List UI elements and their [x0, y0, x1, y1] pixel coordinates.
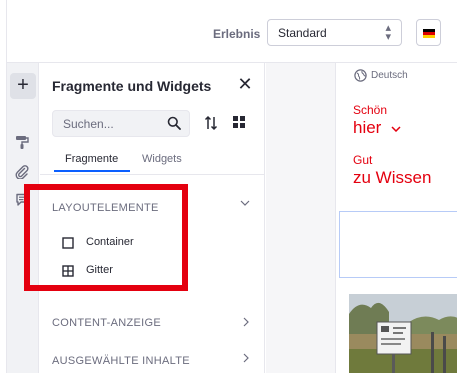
page-preview: Deutsch Schön hier Gut zu Wissen: [335, 63, 457, 373]
plus-icon[interactable]: +: [10, 73, 36, 99]
chevron-right-icon[interactable]: [243, 353, 249, 363]
page-canvas: Deutsch Schön hier Gut zu Wissen: [266, 63, 457, 373]
panel-tabs: Fragmente Widgets: [52, 150, 252, 174]
globe-icon: [354, 69, 367, 82]
search-field: [52, 110, 190, 137]
paint-roller-icon[interactable]: [15, 135, 29, 149]
experience-select-value: Standard: [278, 26, 327, 40]
chevron-down-icon: [391, 125, 401, 132]
empty-fragment-dropzone[interactable]: [339, 211, 457, 278]
chevron-right-icon[interactable]: [243, 317, 249, 327]
experience-select[interactable]: Standard ▴ ▾: [267, 19, 402, 46]
section-header-ausgewaehlte-inhalte[interactable]: AUSGEWÄHLTE INHALTE: [52, 355, 190, 367]
search-input[interactable]: [54, 112, 164, 135]
nav-item-big-1-label: hier: [353, 118, 382, 137]
card-view-icon[interactable]: [233, 116, 245, 128]
top-toolbar: Erlebnis Standard ▴ ▾: [7, 0, 457, 63]
language-flag-button[interactable]: [416, 19, 441, 46]
nav-item-small-1[interactable]: Schön: [353, 103, 387, 117]
language-label: Deutsch: [371, 70, 408, 81]
nav-item-small-2[interactable]: Gut: [353, 153, 372, 167]
chevron-down-icon[interactable]: [240, 200, 250, 206]
nav-item-big-2[interactable]: zu Wissen: [353, 168, 431, 188]
sort-icon[interactable]: [204, 115, 218, 131]
close-icon[interactable]: ✕: [237, 75, 253, 93]
select-caret-icon: ▴ ▾: [385, 22, 391, 43]
nav-item-big-1[interactable]: hier: [353, 118, 401, 138]
outdoor-sign-photo: [349, 294, 457, 373]
panel-title: Fragmente und Widgets: [52, 78, 212, 94]
window-left-edge: [0, 0, 7, 373]
active-tab-indicator: [54, 170, 130, 172]
highlight-annotation: [24, 184, 188, 291]
experience-label: Erlebnis: [213, 27, 261, 41]
divider: [40, 174, 265, 175]
tab-fragmente[interactable]: Fragmente: [65, 153, 118, 165]
tab-widgets[interactable]: Widgets: [142, 153, 182, 165]
german-flag-icon: [423, 29, 435, 38]
search-icon[interactable]: [167, 116, 181, 130]
paperclip-icon[interactable]: [15, 165, 29, 179]
section-header-content-anzeige[interactable]: CONTENT-ANZEIGE: [52, 317, 161, 329]
